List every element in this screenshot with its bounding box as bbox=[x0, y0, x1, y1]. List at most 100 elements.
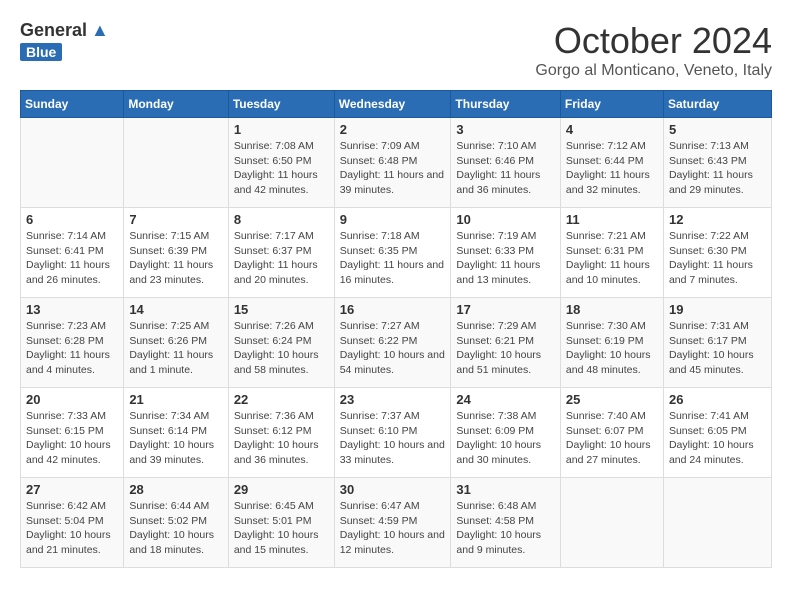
calendar-cell: 20 Sunrise: 7:33 AM Sunset: 6:15 PM Dayli… bbox=[21, 388, 124, 478]
calendar-cell bbox=[663, 478, 771, 568]
day-info: Sunrise: 7:21 AM Sunset: 6:31 PM Dayligh… bbox=[566, 229, 658, 288]
day-number: 17 bbox=[456, 302, 555, 317]
day-info: Sunrise: 7:23 AM Sunset: 6:28 PM Dayligh… bbox=[26, 319, 118, 378]
calendar-cell: 12 Sunrise: 7:22 AM Sunset: 6:30 PM Dayli… bbox=[663, 208, 771, 298]
day-info: Sunrise: 7:36 AM Sunset: 6:12 PM Dayligh… bbox=[234, 409, 329, 468]
calendar-week-1: 1 Sunrise: 7:08 AM Sunset: 6:50 PM Daylig… bbox=[21, 118, 772, 208]
day-info: Sunrise: 6:48 AM Sunset: 4:58 PM Dayligh… bbox=[456, 499, 555, 558]
day-number: 22 bbox=[234, 392, 329, 407]
header-sunday: Sunday bbox=[21, 91, 124, 118]
day-number: 4 bbox=[566, 122, 658, 137]
day-number: 15 bbox=[234, 302, 329, 317]
day-number: 31 bbox=[456, 482, 555, 497]
calendar-cell: 26Sunrise: 7:41 AM Sunset: 6:05 PM Dayli… bbox=[663, 388, 771, 478]
calendar-cell: 23 Sunrise: 7:37 AM Sunset: 6:10 PM Dayli… bbox=[334, 388, 451, 478]
calendar-cell: 3 Sunrise: 7:10 AM Sunset: 6:46 PM Daylig… bbox=[451, 118, 561, 208]
calendar-cell: 5 Sunrise: 7:13 AM Sunset: 6:43 PM Daylig… bbox=[663, 118, 771, 208]
header-tuesday: Tuesday bbox=[228, 91, 334, 118]
page-header: General ▲ Blue October 2024 Gorgo al Mon… bbox=[20, 20, 772, 80]
day-info: Sunrise: 7:34 AM Sunset: 6:14 PM Dayligh… bbox=[129, 409, 222, 468]
calendar-cell: 27 Sunrise: 6:42 AM Sunset: 5:04 PM Dayli… bbox=[21, 478, 124, 568]
day-number: 29 bbox=[234, 482, 329, 497]
day-number: 12 bbox=[669, 212, 766, 227]
day-number: 26 bbox=[669, 392, 766, 407]
calendar-cell: 13Sunrise: 7:23 AM Sunset: 6:28 PM Dayli… bbox=[21, 298, 124, 388]
calendar-cell: 7 Sunrise: 7:15 AM Sunset: 6:39 PM Daylig… bbox=[124, 208, 228, 298]
calendar-cell: 6 Sunrise: 7:14 AM Sunset: 6:41 PM Daylig… bbox=[21, 208, 124, 298]
calendar-cell: 10Sunrise: 7:19 AM Sunset: 6:33 PM Dayli… bbox=[451, 208, 561, 298]
header-monday: Monday bbox=[124, 91, 228, 118]
day-info: Sunrise: 7:08 AM Sunset: 6:50 PM Dayligh… bbox=[234, 139, 329, 198]
day-number: 30 bbox=[340, 482, 446, 497]
day-info: Sunrise: 7:29 AM Sunset: 6:21 PM Dayligh… bbox=[456, 319, 555, 378]
calendar-cell bbox=[560, 478, 663, 568]
calendar-cell: 19 Sunrise: 7:31 AM Sunset: 6:17 PM Dayli… bbox=[663, 298, 771, 388]
day-number: 9 bbox=[340, 212, 446, 227]
calendar-cell: 4Sunrise: 7:12 AM Sunset: 6:44 PM Daylig… bbox=[560, 118, 663, 208]
calendar-cell: 29 Sunrise: 6:45 AM Sunset: 5:01 PM Dayli… bbox=[228, 478, 334, 568]
calendar-week-3: 13Sunrise: 7:23 AM Sunset: 6:28 PM Dayli… bbox=[21, 298, 772, 388]
day-number: 25 bbox=[566, 392, 658, 407]
day-info: Sunrise: 6:42 AM Sunset: 5:04 PM Dayligh… bbox=[26, 499, 118, 558]
calendar-cell: 14 Sunrise: 7:25 AM Sunset: 6:26 PM Dayli… bbox=[124, 298, 228, 388]
day-info: Sunrise: 7:40 AM Sunset: 6:07 PM Dayligh… bbox=[566, 409, 658, 468]
calendar-cell: 28 Sunrise: 6:44 AM Sunset: 5:02 PM Dayli… bbox=[124, 478, 228, 568]
day-info: Sunrise: 7:17 AM Sunset: 6:37 PM Dayligh… bbox=[234, 229, 329, 288]
day-info: Sunrise: 7:13 AM Sunset: 6:43 PM Dayligh… bbox=[669, 139, 766, 198]
day-info: Sunrise: 7:22 AM Sunset: 6:30 PM Dayligh… bbox=[669, 229, 766, 288]
calendar-week-5: 27 Sunrise: 6:42 AM Sunset: 5:04 PM Dayli… bbox=[21, 478, 772, 568]
calendar-cell bbox=[124, 118, 228, 208]
calendar-cell: 21Sunrise: 7:34 AM Sunset: 6:14 PM Dayli… bbox=[124, 388, 228, 478]
calendar-cell: 30 Sunrise: 6:47 AM Sunset: 4:59 PM Dayli… bbox=[334, 478, 451, 568]
day-info: Sunrise: 7:31 AM Sunset: 6:17 PM Dayligh… bbox=[669, 319, 766, 378]
calendar-cell: 17 Sunrise: 7:29 AM Sunset: 6:21 PM Dayli… bbox=[451, 298, 561, 388]
calendar-cell: 25 Sunrise: 7:40 AM Sunset: 6:07 PM Dayli… bbox=[560, 388, 663, 478]
calendar-cell bbox=[21, 118, 124, 208]
header-wednesday: Wednesday bbox=[334, 91, 451, 118]
day-info: Sunrise: 7:10 AM Sunset: 6:46 PM Dayligh… bbox=[456, 139, 555, 198]
header-saturday: Saturday bbox=[663, 91, 771, 118]
calendar-cell: 24 Sunrise: 7:38 AM Sunset: 6:09 PM Dayli… bbox=[451, 388, 561, 478]
calendar-cell: 9Sunrise: 7:18 AM Sunset: 6:35 PM Daylig… bbox=[334, 208, 451, 298]
calendar-cell: 8Sunrise: 7:17 AM Sunset: 6:37 PM Daylig… bbox=[228, 208, 334, 298]
day-number: 5 bbox=[669, 122, 766, 137]
calendar-cell: 11 Sunrise: 7:21 AM Sunset: 6:31 PM Dayli… bbox=[560, 208, 663, 298]
day-info: Sunrise: 7:33 AM Sunset: 6:15 PM Dayligh… bbox=[26, 409, 118, 468]
day-number: 23 bbox=[340, 392, 446, 407]
calendar-cell: 31 Sunrise: 6:48 AM Sunset: 4:58 PM Dayli… bbox=[451, 478, 561, 568]
day-number: 24 bbox=[456, 392, 555, 407]
day-number: 7 bbox=[129, 212, 222, 227]
calendar-week-4: 20 Sunrise: 7:33 AM Sunset: 6:15 PM Dayli… bbox=[21, 388, 772, 478]
day-number: 11 bbox=[566, 212, 658, 227]
day-number: 1 bbox=[234, 122, 329, 137]
calendar-header-row: SundayMondayTuesdayWednesdayThursdayFrid… bbox=[21, 91, 772, 118]
day-info: Sunrise: 7:26 AM Sunset: 6:24 PM Dayligh… bbox=[234, 319, 329, 378]
day-number: 10 bbox=[456, 212, 555, 227]
logo: General ▲ Blue bbox=[20, 20, 109, 61]
day-number: 19 bbox=[669, 302, 766, 317]
calendar-table: SundayMondayTuesdayWednesdayThursdayFrid… bbox=[20, 90, 772, 568]
day-info: Sunrise: 7:14 AM Sunset: 6:41 PM Dayligh… bbox=[26, 229, 118, 288]
day-number: 6 bbox=[26, 212, 118, 227]
day-number: 20 bbox=[26, 392, 118, 407]
day-number: 18 bbox=[566, 302, 658, 317]
day-info: Sunrise: 6:47 AM Sunset: 4:59 PM Dayligh… bbox=[340, 499, 446, 558]
logo-blue-text: Blue bbox=[20, 43, 62, 61]
day-number: 27 bbox=[26, 482, 118, 497]
day-info: Sunrise: 7:38 AM Sunset: 6:09 PM Dayligh… bbox=[456, 409, 555, 468]
day-number: 14 bbox=[129, 302, 222, 317]
day-info: Sunrise: 7:15 AM Sunset: 6:39 PM Dayligh… bbox=[129, 229, 222, 288]
header-thursday: Thursday bbox=[451, 91, 561, 118]
day-info: Sunrise: 6:45 AM Sunset: 5:01 PM Dayligh… bbox=[234, 499, 329, 558]
calendar-cell: 18 Sunrise: 7:30 AM Sunset: 6:19 PM Dayli… bbox=[560, 298, 663, 388]
header-friday: Friday bbox=[560, 91, 663, 118]
logo-bird-icon: ▲ bbox=[91, 20, 109, 41]
day-info: Sunrise: 7:30 AM Sunset: 6:19 PM Dayligh… bbox=[566, 319, 658, 378]
day-info: Sunrise: 7:37 AM Sunset: 6:10 PM Dayligh… bbox=[340, 409, 446, 468]
day-info: Sunrise: 6:44 AM Sunset: 5:02 PM Dayligh… bbox=[129, 499, 222, 558]
logo-general-text: General bbox=[20, 20, 87, 41]
day-number: 28 bbox=[129, 482, 222, 497]
day-number: 3 bbox=[456, 122, 555, 137]
day-info: Sunrise: 7:25 AM Sunset: 6:26 PM Dayligh… bbox=[129, 319, 222, 378]
calendar-cell: 1 Sunrise: 7:08 AM Sunset: 6:50 PM Daylig… bbox=[228, 118, 334, 208]
